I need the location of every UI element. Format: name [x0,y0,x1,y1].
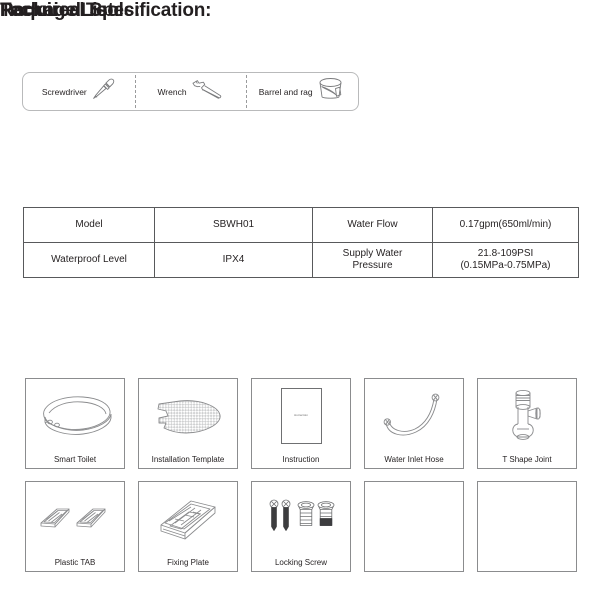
package-item-label: T Shape Joint [502,455,552,464]
package-item-empty-slot [477,481,577,572]
package-item-smart-toilet: Smart Toilet [25,378,125,469]
tool-label: Wrench [157,86,187,97]
package-item-label: Water Inlet Hose [384,455,444,464]
tool-label: Barrel and rag [258,86,313,97]
tool-item-screwdriver: Screwdriver [23,73,135,110]
package-item-label: Locking Screw [274,558,328,567]
required-tools-bar: Screwdriver Wrench Barrel and rag [22,72,359,111]
package-item-installation-template: Installation Template [138,378,238,469]
tool-item-wrench: Wrench [134,73,247,110]
spec-cell-flow-value: 0.17gpm(650ml/min) [432,207,579,243]
package-item-instruction: instruction Instruction [251,378,351,469]
package-item-label: Instruction [282,455,320,464]
package-item-label: Fixing Plate [167,558,209,567]
package-item-t-shape-joint: T Shape Joint [477,378,577,469]
package-item-empty-slot [364,481,464,572]
smart-toilet-icon [26,379,124,452]
package-item-label: Smart Toilet [53,455,97,464]
spec-cell-pressure-value: 21.8-109PSI (0.15MPa-0.75MPa) [432,242,579,278]
package-item-fixing-plate: Fixing Plate [138,481,238,572]
package-item-water-inlet-hose: Water Inlet Hose [364,378,464,469]
spec-cell-model-label: Model [23,207,155,243]
technical-specification-table: Model SBWH01 Water Flow 0.17gpm(650ml/mi… [23,207,579,278]
spec-cell-flow-label: Water Flow [312,207,433,243]
fixing-plate-icon [139,482,237,555]
water-inlet-hose-icon [365,379,463,452]
plastic-tab-icon [26,482,124,555]
spec-cell-waterproof-value: IPX4 [154,242,313,278]
wrench-icon [190,76,224,107]
installation-template-icon [139,379,237,452]
spec-cell-pressure-label: Supply Water Pressure [312,242,433,278]
instruction-page-text: instruction [293,414,309,417]
package-item-locking-screw: Locking Screw [251,481,351,572]
barrel-and-rag-icon [316,75,346,108]
package-item-plastic-tab: Plastic TAB [25,481,125,572]
package-item-label: Plastic TAB [54,558,96,567]
table-row: Waterproof Level IPX4 Supply Water Pressu… [23,242,579,278]
spec-cell-model-value: SBWH01 [154,207,313,243]
spec-cell-waterproof-label: Waterproof Level [23,242,155,278]
tool-item-barrel-and-rag: Barrel and rag [246,73,358,110]
table-row: Model SBWH01 Water Flow 0.17gpm(650ml/mi… [23,207,579,243]
package-item-label: Installation Template [151,455,225,464]
package-list-heading: Package List: [0,0,120,21]
instruction-booklet-icon: instruction [252,379,350,452]
screwdriver-icon [90,76,116,107]
tool-label: Screwdriver [41,86,87,97]
locking-screw-icon [252,482,350,555]
package-list-grid: Smart Toilet Installation Template instr… [25,378,577,572]
t-shape-joint-icon [478,379,576,452]
